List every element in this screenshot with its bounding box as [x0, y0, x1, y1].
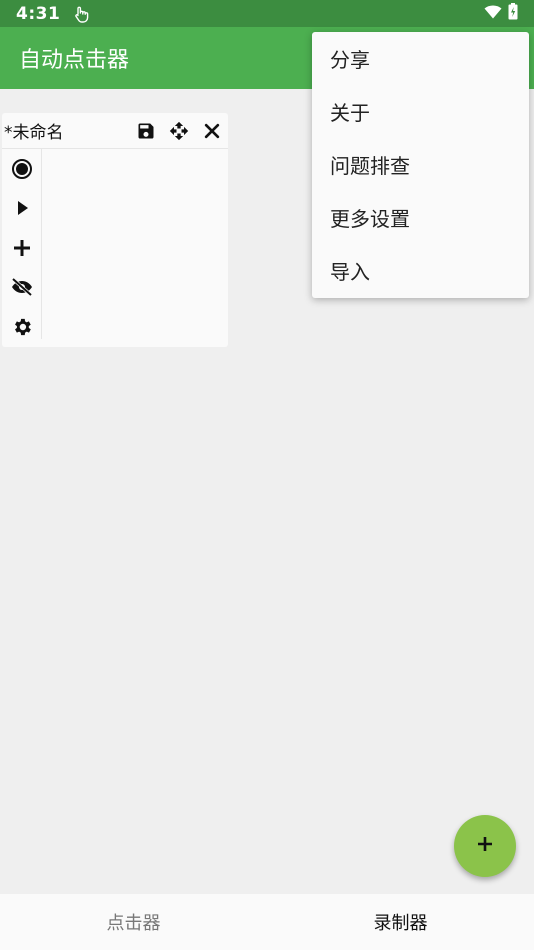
app-title: 自动点击器 [19, 48, 130, 73]
menu-item-more-settings[interactable]: 更多设置 [312, 191, 529, 244]
status-bar: 4:31 [0, 0, 534, 27]
add-icon[interactable] [2, 228, 42, 268]
tab-recorder[interactable]: 录制器 [267, 894, 534, 950]
save-icon[interactable] [129, 113, 162, 149]
settings-icon[interactable] [2, 307, 42, 347]
close-icon[interactable] [195, 113, 228, 149]
add-fab-button[interactable] [454, 815, 516, 877]
add-icon [476, 835, 494, 857]
record-icon[interactable] [2, 149, 42, 189]
overflow-menu: 分享 关于 问题排查 更多设置 导入 [312, 32, 529, 298]
panel-title: *未命名 [4, 123, 64, 143]
touch-icon [72, 5, 90, 23]
play-icon[interactable] [2, 189, 42, 229]
menu-item-about[interactable]: 关于 [312, 85, 529, 138]
move-icon[interactable] [162, 113, 195, 149]
menu-item-share[interactable]: 分享 [312, 32, 529, 85]
tab-clicker[interactable]: 点击器 [0, 894, 267, 950]
recorder-panel: *未命名 [2, 113, 228, 347]
bottom-nav: 点击器 录制器 [0, 894, 534, 950]
menu-item-troubleshoot[interactable]: 问题排查 [312, 138, 529, 191]
battery-charging-icon [508, 3, 518, 24]
menu-item-import[interactable]: 导入 [312, 244, 529, 297]
hide-icon[interactable] [2, 268, 42, 308]
panel-toolbar [2, 149, 42, 339]
status-time: 4:31 [16, 3, 61, 24]
panel-header[interactable]: *未命名 [2, 113, 228, 149]
wifi-icon [484, 4, 502, 23]
